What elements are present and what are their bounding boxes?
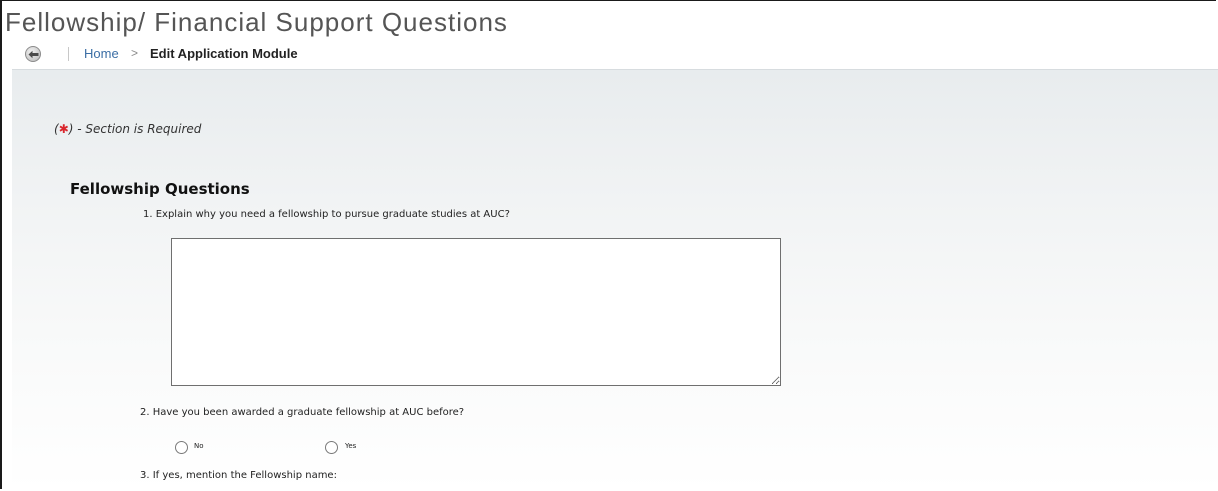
back-button[interactable] — [25, 46, 41, 62]
page-title: Fellowship/ Financial Support Questions — [5, 7, 508, 37]
question-3-label: 3. If yes, mention the Fellowship name: — [140, 470, 337, 481]
back-arrow-icon — [28, 50, 39, 59]
breadcrumb-divider — [68, 47, 69, 61]
breadcrumb-home-link[interactable]: Home — [84, 46, 119, 61]
required-note-text: ) - Section is Required — [68, 122, 202, 136]
breadcrumb-current: Edit Application Module — [150, 46, 298, 61]
question-1-label: 1. Explain why you need a fellowship to … — [143, 209, 510, 220]
required-asterisk-icon: ✱ — [58, 122, 69, 136]
radio-no[interactable] — [175, 441, 188, 454]
radio-yes-label[interactable]: Yes — [345, 442, 356, 450]
required-note: (✱) - Section is Required — [54, 122, 201, 136]
form-content: (✱) - Section is Required Fellowship Que… — [12, 69, 1218, 491]
question-2-label: 2. Have you been awarded a graduate fell… — [140, 407, 465, 418]
question-1-answer-textarea[interactable] — [171, 238, 781, 386]
radio-no-label[interactable]: No — [194, 442, 204, 450]
radio-yes[interactable] — [325, 441, 338, 454]
breadcrumb-separator: > — [131, 46, 139, 60]
breadcrumb: Home > Edit Application Module — [4, 43, 1218, 67]
app-window: Fellowship/ Financial Support Questions … — [0, 0, 1218, 491]
section-heading: Fellowship Questions — [70, 180, 250, 198]
